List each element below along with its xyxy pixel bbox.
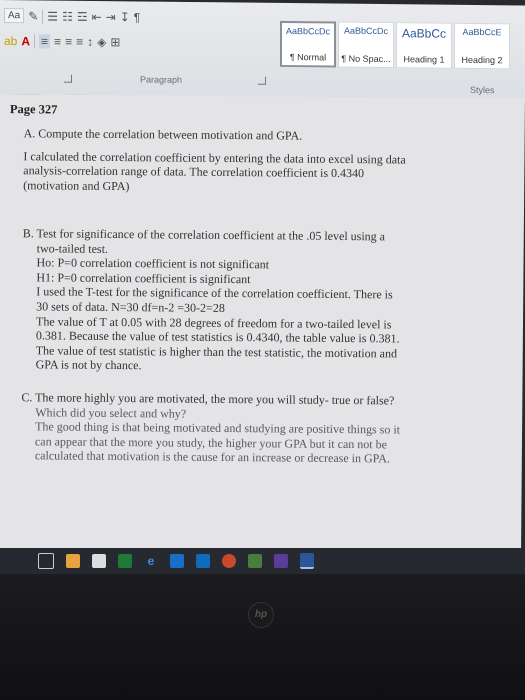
paragraph-group-label: Paragraph	[140, 74, 183, 85]
separator	[42, 8, 44, 23]
align-left-icon[interactable]: ≡	[39, 34, 51, 49]
mail-icon[interactable]	[170, 554, 184, 568]
style-sample: AaBbCcE	[462, 26, 502, 38]
text-highlight-icon[interactable]: ab	[4, 34, 17, 48]
excel-icon[interactable]	[118, 554, 132, 568]
borders-icon[interactable]: ⊞	[110, 35, 120, 49]
font-color-icon[interactable]: A	[21, 34, 30, 48]
section-b: B. Test for significance of the correlat…	[22, 226, 503, 376]
align-center-icon[interactable]: ≡	[54, 35, 61, 49]
visual-studio-icon[interactable]	[274, 554, 288, 568]
section-a: A. Compute the correlation between motiv…	[23, 126, 504, 197]
style-normal[interactable]: AaBbCcDc ¶ Normal	[280, 20, 336, 68]
separator	[34, 34, 36, 49]
increase-indent-icon[interactable]: ⇥	[106, 10, 116, 24]
answer-c-line: calculated that motivation is the cause …	[34, 448, 390, 466]
change-case-button[interactable]: Aa	[4, 8, 25, 24]
app-icon[interactable]	[248, 554, 262, 568]
store-icon[interactable]	[92, 554, 106, 568]
word-ribbon: Aa ✎ ☰ ☷ ☲ ⇤ ⇥ ↧ ¶ ab A ≡ ≡ ≡ ≡ ↕ ◈ ⊞ Pa…	[0, 0, 525, 101]
ribbon-row-2: ab A ≡ ≡ ≡ ≡ ↕ ◈ ⊞	[4, 34, 120, 49]
style-name: ¶ Normal	[289, 52, 327, 63]
edge-icon[interactable]: e	[144, 554, 158, 568]
shading-icon[interactable]: ◈	[97, 35, 106, 49]
section-c: C. The more highly you are motivated, th…	[21, 390, 502, 467]
style-heading-1[interactable]: AaBbCc Heading 1	[396, 22, 452, 69]
file-explorer-icon[interactable]	[66, 554, 80, 568]
bullets-icon[interactable]: ☰	[47, 9, 58, 23]
style-sample: AaBbCcDc	[285, 25, 330, 37]
taskbar: e	[0, 548, 525, 574]
style-sample: AaBbCc	[401, 26, 447, 41]
numbering-icon[interactable]: ☷	[62, 9, 73, 23]
pilcrow-icon[interactable]: ¶	[134, 10, 140, 24]
hp-logo: hp	[248, 602, 274, 628]
justify-icon[interactable]: ≡	[76, 35, 83, 49]
align-right-icon[interactable]: ≡	[65, 35, 72, 49]
style-no-spacing[interactable]: AaBbCcDc ¶ No Spac...	[338, 21, 394, 69]
style-name: Heading 1	[403, 54, 445, 65]
task-view-icon[interactable]	[38, 553, 54, 569]
laptop-bezel	[0, 574, 525, 700]
ribbon-row-1: Aa ✎ ☰ ☷ ☲ ⇤ ⇥ ↧ ¶	[4, 8, 140, 24]
answer-b-line: GPA is not by chance.	[35, 357, 142, 373]
style-heading-2[interactable]: AaBbCcE Heading 2	[454, 22, 510, 70]
highlight-pen-icon[interactable]: ✎	[28, 9, 38, 23]
decrease-indent-icon[interactable]: ⇤	[92, 9, 102, 23]
styles-gallery: AaBbCcDc ¶ Normal AaBbCcDc ¶ No Spac... …	[280, 20, 510, 70]
styles-group-label: Styles	[470, 84, 495, 96]
paragraph-dialog-launcher[interactable]	[258, 76, 266, 85]
sort-icon[interactable]: ↧	[120, 10, 130, 24]
answer-a-line: (motivation and GPA)	[23, 177, 130, 193]
outlook-icon[interactable]	[196, 554, 210, 568]
font-dialog-launcher[interactable]	[64, 74, 72, 83]
page-heading: Page 327	[9, 102, 58, 117]
document-page[interactable]: Page 327 A. Compute the correlation betw…	[0, 94, 525, 553]
question-a: A. Compute the correlation between motiv…	[23, 126, 303, 143]
style-sample: AaBbCcDc	[343, 25, 388, 37]
multilevel-list-icon[interactable]: ☲	[77, 9, 88, 23]
word-icon[interactable]	[300, 553, 314, 569]
chrome-icon[interactable]	[222, 554, 236, 568]
style-name: ¶ No Spac...	[341, 53, 391, 65]
style-name: Heading 2	[461, 54, 503, 66]
line-spacing-icon[interactable]: ↕	[87, 35, 93, 49]
